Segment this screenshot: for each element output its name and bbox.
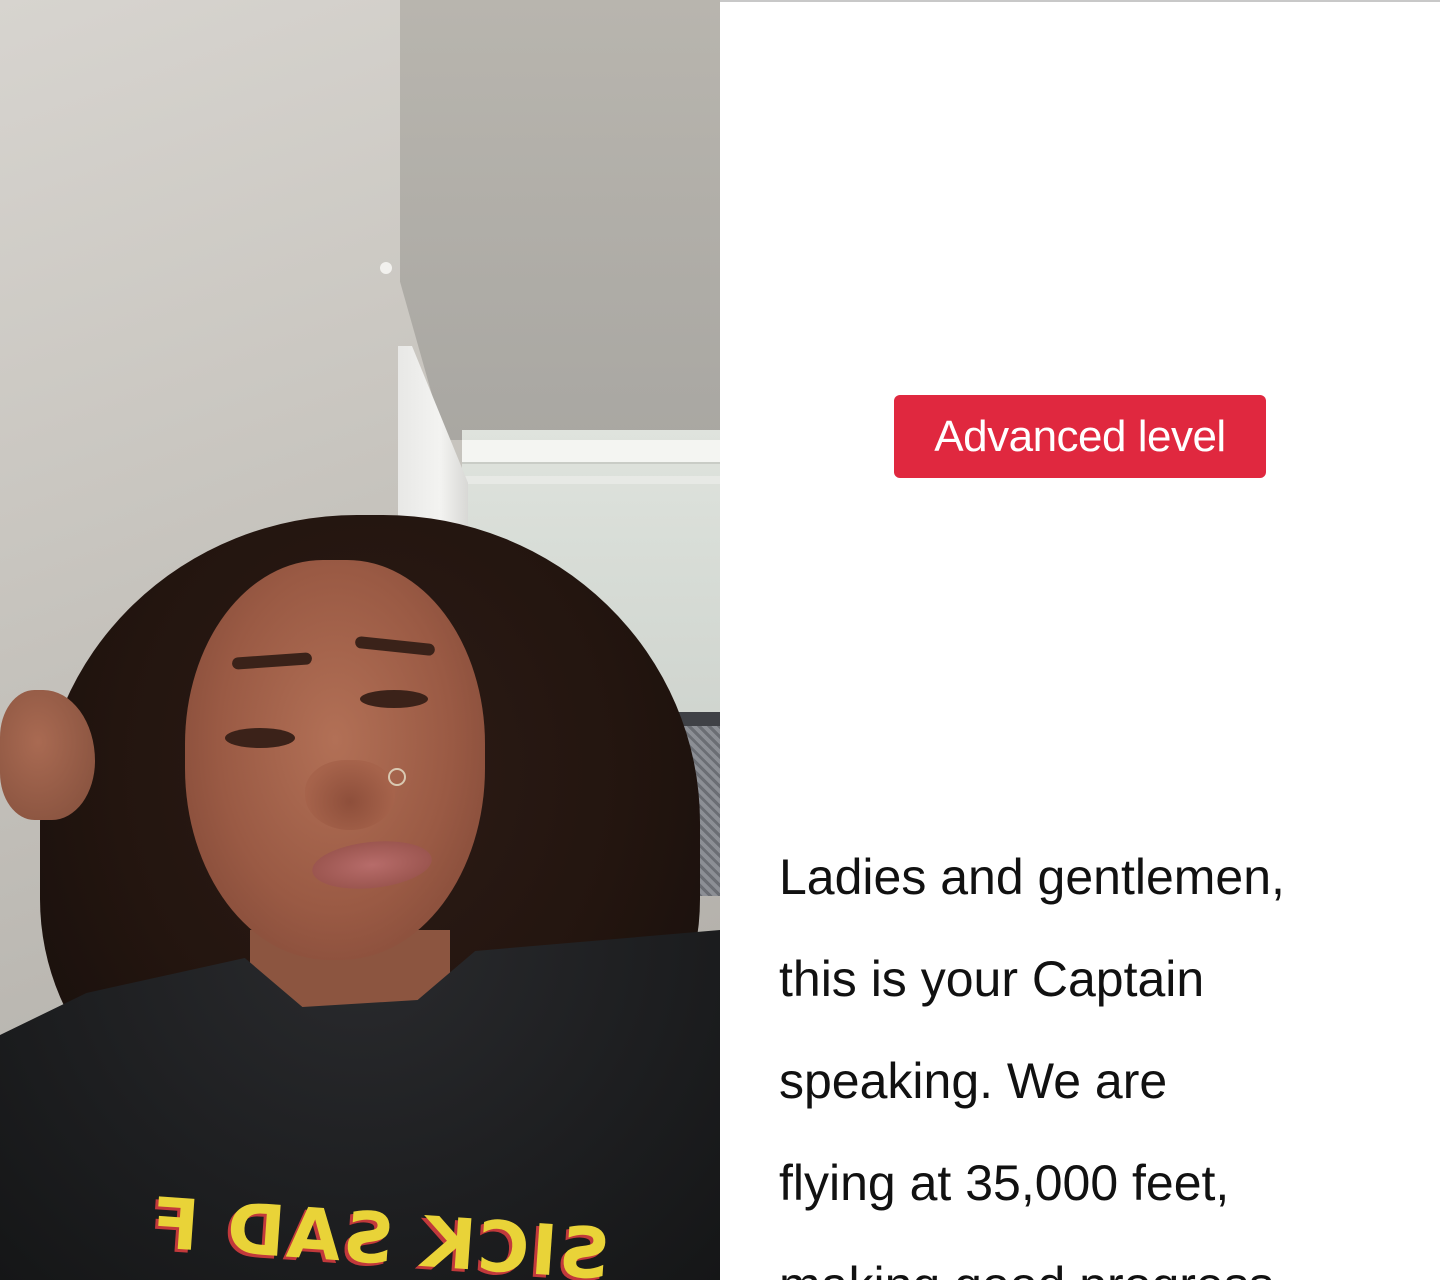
announcement-text: Ladies and gentlemen, this is your Capta… (779, 826, 1419, 1280)
announcement-line-1: Ladies and gentlemen, (779, 849, 1285, 905)
background-shelf (462, 440, 720, 464)
background-shelf-lower (462, 476, 720, 484)
person-nose-ring (388, 768, 406, 786)
announcement-line-3: speaking. We are (779, 1053, 1168, 1109)
announcement-line-2: this is your Captain (779, 951, 1205, 1007)
announcement-line-5: making good progress (779, 1234, 1419, 1280)
person-eye-right (360, 690, 428, 708)
ceiling-fixture (380, 262, 392, 274)
person-eye-left (225, 728, 295, 748)
top-divider (720, 0, 1440, 2)
caption-panel: Advanced level Ladies and gentlemen, thi… (720, 0, 1440, 1280)
camera-feed: SICK SAD FICTION (0, 0, 720, 1280)
announcement-line-4: flying at 35,000 feet, (779, 1155, 1230, 1211)
background-wall (400, 0, 720, 440)
level-badge-label: Advanced level (934, 411, 1226, 461)
split-screen-frame: SICK SAD FICTION Advanced level Ladies a… (0, 0, 1440, 1280)
person-nose (305, 760, 395, 830)
level-badge: Advanced level (894, 395, 1266, 478)
